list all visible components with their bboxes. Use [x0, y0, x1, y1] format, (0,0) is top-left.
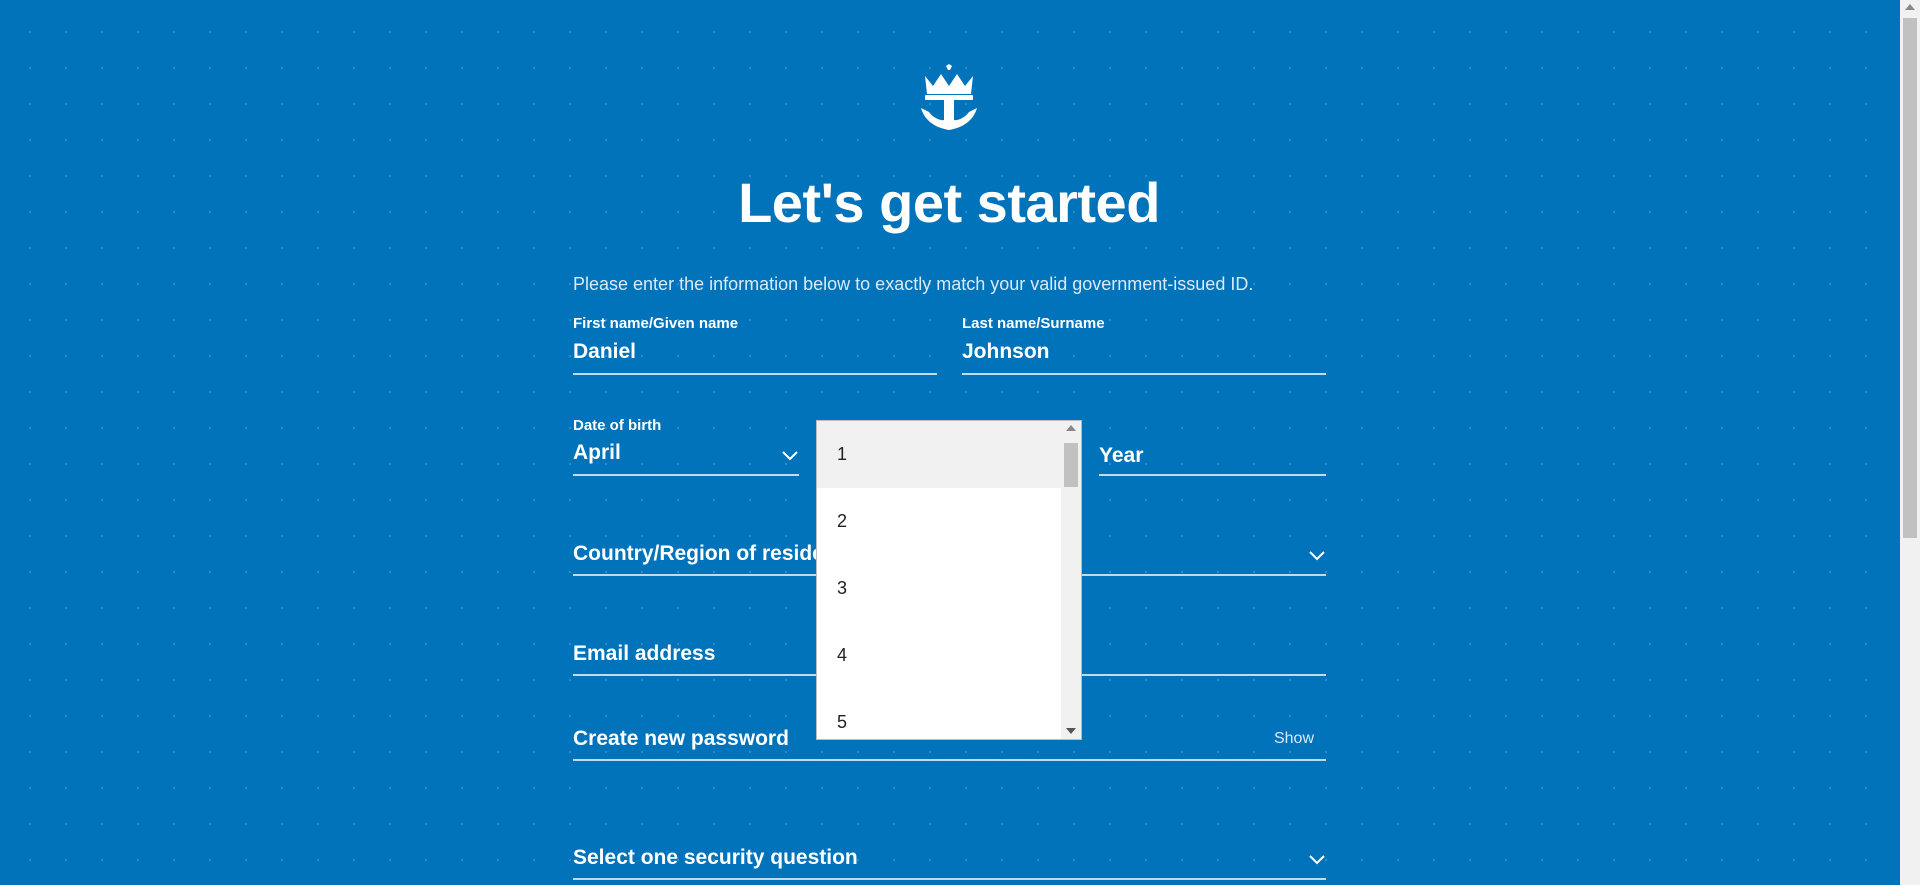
security-question-placeholder: Select one security question [573, 846, 858, 869]
last-name-label: Last name/Surname [962, 315, 1105, 332]
dropdown-scroll-thumb[interactable] [1064, 443, 1078, 487]
first-name-field[interactable]: First name/Given name Daniel [573, 313, 937, 375]
security-question-select[interactable]: Select one security question [573, 836, 1326, 880]
dob-month-value[interactable]: April [573, 441, 621, 465]
crown-anchor-logo-icon [921, 64, 977, 130]
last-name-field[interactable]: Last name/Surname Johnson [962, 313, 1326, 375]
first-name-label: First name/Given name [573, 315, 739, 332]
dob-month-select[interactable]: Date of birth April [573, 414, 799, 476]
page-scroll-thumb[interactable] [1903, 18, 1917, 538]
password-placeholder: Create new password [573, 727, 789, 750]
dropdown-scrollbar[interactable] [1061, 421, 1081, 739]
chevron-down-icon [1309, 855, 1325, 865]
show-password-button[interactable]: Show [1274, 730, 1314, 748]
country-placeholder: Country/Region of reside [573, 542, 824, 565]
intro-text: Please enter the information below to ex… [573, 274, 1254, 294]
chevron-down-icon [1309, 551, 1325, 561]
scroll-up-arrow-icon[interactable] [1066, 425, 1076, 431]
last-name-value[interactable]: Johnson [962, 340, 1050, 364]
dob-label: Date of birth [573, 417, 662, 434]
email-placeholder: Email address [573, 642, 716, 665]
page-scrollbar[interactable] [1900, 0, 1920, 885]
page-title: Let's get started [738, 171, 1160, 234]
day-option-4[interactable]: 4 [817, 622, 1062, 689]
day-option-1[interactable]: 1 [817, 421, 1062, 488]
scroll-down-arrow-icon[interactable] [1066, 728, 1076, 734]
day-dropdown-list[interactable]: 1 2 3 4 5 [816, 420, 1082, 740]
dob-year-field[interactable]: Year [1099, 414, 1326, 476]
day-options: 1 2 3 4 5 [817, 421, 1062, 739]
first-name-value[interactable]: Daniel [573, 340, 636, 364]
dob-year-placeholder: Year [1099, 444, 1144, 467]
chevron-down-icon [782, 451, 798, 461]
day-option-5[interactable]: 5 [817, 689, 1062, 739]
day-option-3[interactable]: 3 [817, 555, 1062, 622]
day-option-2[interactable]: 2 [817, 488, 1062, 555]
page-scroll-up-icon[interactable] [1905, 4, 1915, 10]
